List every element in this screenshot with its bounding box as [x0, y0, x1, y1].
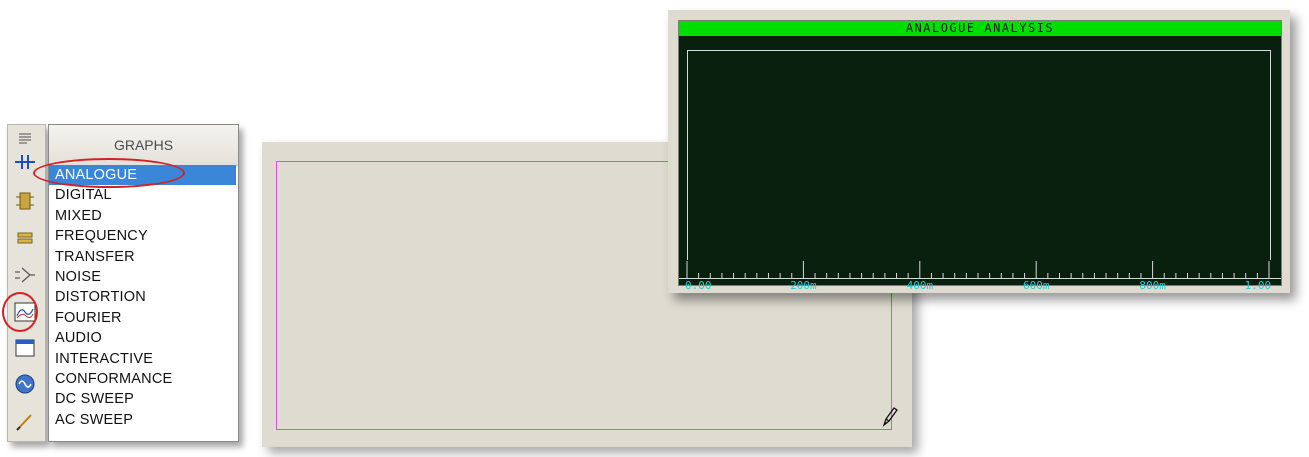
- graphs-panel: GRAPHS ANALOGUE DIGITAL MIXED FREQUENCY …: [48, 124, 239, 442]
- voltage-probe-icon[interactable]: [12, 411, 38, 433]
- tape-recorder-icon[interactable]: [12, 337, 38, 359]
- graph-item-dc-sweep[interactable]: DC SWEEP: [49, 389, 238, 409]
- pencil-icon: [881, 406, 899, 433]
- selection-mode-icon[interactable]: [12, 128, 38, 150]
- x-tick-label: 200m: [790, 279, 817, 292]
- graph-item-interactive[interactable]: INTERACTIVE: [49, 349, 238, 369]
- terminal-icon[interactable]: [12, 264, 38, 286]
- analogue-analysis-window: ANALOGUE ANALYSIS 0.00 200m 400m 600m 800m 1.…: [668, 10, 1290, 293]
- graph-item-audio[interactable]: AUDIO: [49, 328, 238, 348]
- x-tick-label: 400m: [906, 279, 934, 292]
- graph-item-analogue[interactable]: ANALOGUE: [49, 165, 236, 186]
- component-mode-icon[interactable]: [12, 151, 38, 173]
- graph-type-list: ANALOGUE DIGITAL MIXED FREQUENCY TRANSFE…: [49, 165, 238, 430]
- x-tick-label: 800m: [1139, 279, 1166, 292]
- graph-mode-icon[interactable]: [12, 301, 38, 323]
- graph-item-conformance[interactable]: CONFORMANCE: [49, 369, 238, 389]
- wire-label-icon[interactable]: [12, 227, 38, 249]
- x-tick-label: 600m: [1023, 279, 1050, 292]
- graph-item-transfer[interactable]: TRANSFER: [49, 247, 238, 267]
- graph-item-mixed[interactable]: MIXED: [49, 206, 238, 226]
- junction-dot-icon[interactable]: [12, 190, 38, 212]
- analogue-analysis-graph[interactable]: ANALOGUE ANALYSIS 0.00 200m 400m 600m 800m 1.…: [678, 20, 1282, 292]
- graphs-panel-title: GRAPHS: [49, 125, 238, 166]
- generator-mode-icon[interactable]: [12, 373, 38, 395]
- graph-item-fourier[interactable]: FOURIER: [49, 308, 238, 328]
- graph-item-distortion[interactable]: DISTORTION: [49, 287, 238, 307]
- x-axis-ticks: [686, 261, 1270, 278]
- mode-toolbar: [7, 124, 46, 442]
- graph-item-noise[interactable]: NOISE: [49, 267, 238, 287]
- graph-item-digital[interactable]: DIGITAL: [49, 185, 238, 205]
- graph-item-ac-sweep[interactable]: AC SWEEP: [49, 410, 238, 430]
- graph-item-frequency[interactable]: FREQUENCY: [49, 226, 238, 246]
- x-tick-label: 1.00: [1244, 279, 1272, 292]
- x-tick-label: 0.00: [685, 279, 712, 292]
